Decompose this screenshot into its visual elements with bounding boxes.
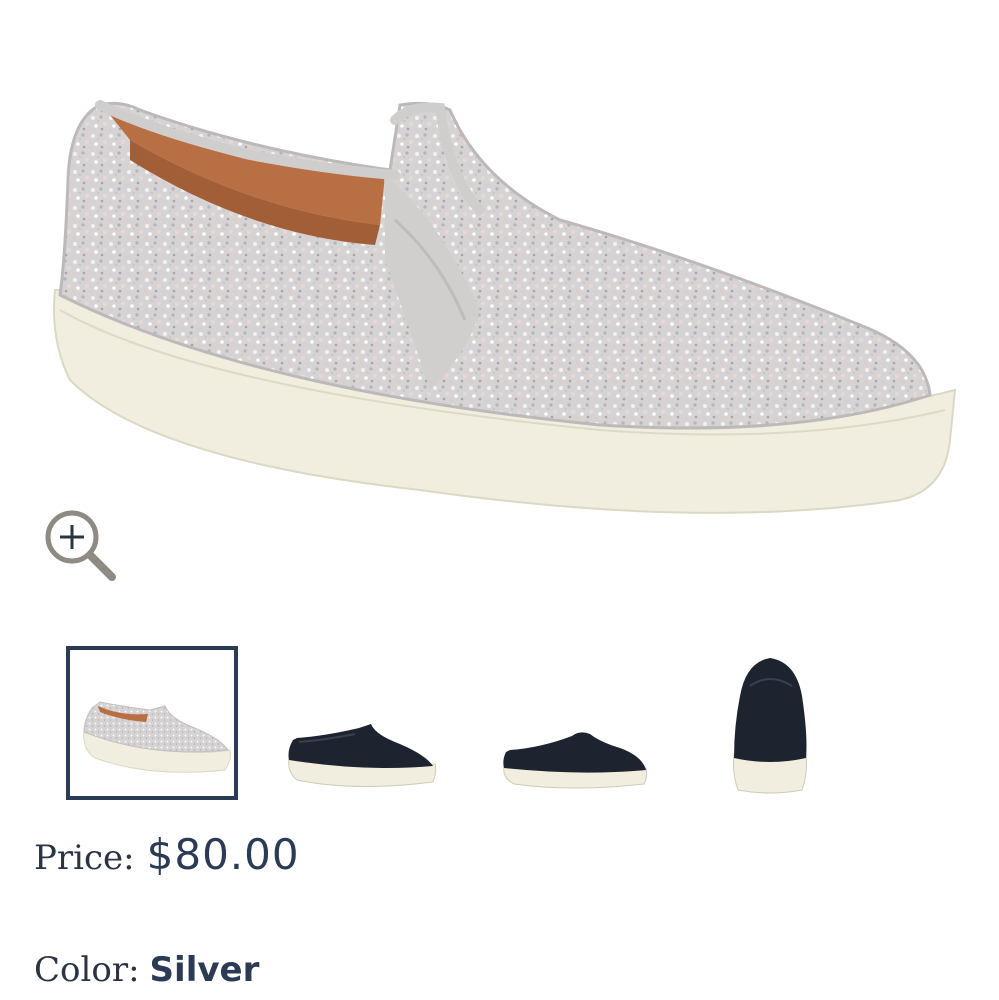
price-label: Price: [34,838,135,878]
color-label: Color: [34,950,140,990]
main-product-image[interactable] [0,60,999,560]
thumbnail-black-side[interactable] [285,710,437,800]
price-value: $80.00 [146,830,300,879]
thumbnail-black-angled[interactable] [500,720,650,800]
black-sneaker-heel-thumbnail-icon [733,658,807,794]
color-row: Color: Silver [34,950,259,990]
thumbnail-black-heel[interactable] [726,656,814,798]
color-value: Silver [149,950,260,990]
price-row: Price: $80.00 [34,830,300,879]
silver-glitter-sneaker-thumbnail-icon [83,701,231,773]
thumbnail-strip [0,640,999,810]
zoom-in-icon[interactable] [40,505,120,585]
black-sneaker-side-thumbnail-icon [288,724,437,788]
thumbnail-silver-sneaker[interactable] [66,646,238,800]
black-sneaker-angled-thumbnail-icon [503,732,648,789]
